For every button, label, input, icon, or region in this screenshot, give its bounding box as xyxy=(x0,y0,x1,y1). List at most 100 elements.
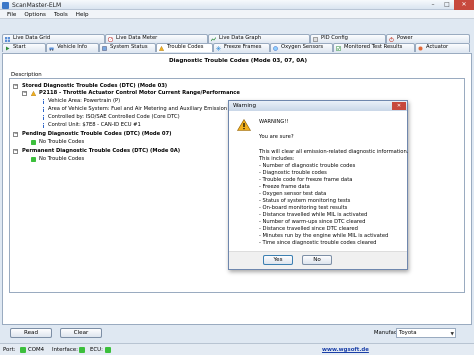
port-led-icon xyxy=(20,347,26,353)
tab-actuator[interactable]: Actuator xyxy=(415,43,470,52)
tab-live-data-grid[interactable]: Live Data Grid xyxy=(2,34,105,43)
menu-options[interactable]: Options xyxy=(20,10,50,18)
manufacturer-select[interactable]: Toyota ▼ xyxy=(396,328,456,338)
tab-label: System Status xyxy=(110,44,148,50)
tab-label: Trouble Codes xyxy=(167,44,204,50)
menu-file[interactable]: File xyxy=(3,10,20,18)
dialog-button-bar: Yes No xyxy=(229,251,407,269)
tab-row-bottom: Start Vehicle Info System Status Trouble… xyxy=(2,43,470,52)
warning-icon xyxy=(159,45,164,51)
read-button[interactable]: Read xyxy=(10,328,52,338)
tab-system-status[interactable]: System Status xyxy=(99,43,156,52)
tab-live-data-meter[interactable]: Live Data Meter xyxy=(105,34,208,43)
manufacturer-value: Toyota xyxy=(399,330,417,336)
sensor-icon xyxy=(273,45,278,51)
dialog-item: - Oxygen sensor test data xyxy=(259,191,327,197)
dialog-item: - Distance travelled since DTC cleared xyxy=(259,226,358,232)
tab-freeze-frames[interactable]: Freeze Frames xyxy=(213,43,270,52)
clear-button[interactable]: Clear xyxy=(60,328,102,338)
status-bar: Port: COM4 Interface: ECU: www.wgsoft.de xyxy=(0,343,474,355)
tab-label: Actuator xyxy=(426,44,449,50)
dialog-item: - Freeze frame data xyxy=(259,184,310,190)
info-icon xyxy=(43,99,44,104)
warning-icon xyxy=(31,91,36,96)
detail-system-area: Area of Vehicle System: Fuel and Air Met… xyxy=(48,106,251,112)
window-title: ScanMaster-ELM xyxy=(12,1,62,9)
tab-label: Freeze Frames xyxy=(224,44,262,50)
collapse-toggle[interactable]: − xyxy=(22,91,27,96)
stored-dtc-header[interactable]: Stored Diagnostic Trouble Codes (DTC) (M… xyxy=(22,83,167,90)
tab-label: Live Data Grid xyxy=(13,35,51,41)
dialog-question: You are sure? xyxy=(259,134,294,140)
tab-oxygen-sensors[interactable]: Oxygen Sensors xyxy=(270,43,333,52)
dialog-item: - Distance travelled while MIL is activa… xyxy=(259,212,368,218)
no-button[interactable]: No xyxy=(302,255,332,265)
tab-power[interactable]: Power xyxy=(386,34,470,43)
warning-icon xyxy=(237,119,251,131)
power-icon xyxy=(389,36,394,42)
collapse-toggle[interactable]: − xyxy=(13,132,18,137)
port-value: COM4 xyxy=(28,347,45,353)
dialog-item: - Status of system monitoring tests xyxy=(259,198,351,204)
chevron-down-icon: ▼ xyxy=(450,332,454,337)
tab-label: Oxygen Sensors xyxy=(281,44,324,50)
dialog-close-button[interactable]: ✕ xyxy=(392,102,406,110)
status-icon xyxy=(102,45,107,51)
tab-start[interactable]: Start xyxy=(2,43,46,52)
graph-icon xyxy=(211,36,216,41)
meter-icon xyxy=(108,36,113,42)
dialog-title: Warning xyxy=(229,101,407,111)
tab-label: Power xyxy=(397,35,413,41)
tab-label: Start xyxy=(13,44,26,50)
ok-icon xyxy=(31,157,36,162)
dialog-item: - Time since diagnostic trouble codes cl… xyxy=(259,240,377,246)
dialog-includes: This includes: xyxy=(259,156,295,162)
ok-icon xyxy=(31,140,36,145)
dialog-item: - Trouble code for freeze frame data xyxy=(259,177,353,183)
close-button[interactable]: ✕ xyxy=(454,0,474,10)
tab-monitored-test-results[interactable]: Monitored Test Results xyxy=(333,43,415,52)
panel-title: Diagnostic Trouble Codes (Mode 03, 07, 0… xyxy=(168,58,308,64)
permanent-dtc-header[interactable]: Permanent Diagnostic Trouble Codes (DTC)… xyxy=(22,148,180,155)
car-icon xyxy=(49,47,54,51)
tab-trouble-codes[interactable]: Trouble Codes xyxy=(156,43,213,52)
dialog-body: WARNING!! You are sure? This will clear … xyxy=(229,111,409,269)
permanent-none: No Trouble Codes xyxy=(39,156,85,162)
website-link[interactable]: www.wgsoft.de xyxy=(322,347,369,353)
tab-pid-config[interactable]: PID Config xyxy=(310,34,386,43)
dialog-item: - Minutes run by the engine while MIL is… xyxy=(259,233,389,239)
dialog-intro: This will clear all emission-related dia… xyxy=(259,149,409,155)
dialog-heading: WARNING!! xyxy=(259,119,289,125)
ecu-label: ECU: xyxy=(90,347,103,353)
menu-tools[interactable]: Tools xyxy=(50,10,72,18)
tab-row-top: Live Data Grid Live Data Meter Live Data… xyxy=(2,34,470,43)
detail-control-unit: Control Unit: $7E8 - CAN-ID ECU #1 xyxy=(48,122,141,128)
tab-label: Live Data Meter xyxy=(116,35,158,41)
detail-controlled-by: Controlled by: ISO/SAE Controlled Code (… xyxy=(48,114,180,120)
app-icon xyxy=(2,1,9,9)
collapse-toggle[interactable]: − xyxy=(13,149,18,154)
pending-dtc-header[interactable]: Pending Diagnostic Trouble Codes (DTC) (… xyxy=(22,131,172,138)
maximize-button[interactable]: □ xyxy=(440,0,454,10)
snowflake-icon xyxy=(216,45,221,51)
port-label: Port: xyxy=(3,347,16,353)
collapse-toggle[interactable]: − xyxy=(13,84,18,89)
title-bar: ScanMaster-ELM – □ ✕ xyxy=(0,0,474,10)
dialog-item: - Number of warm-ups since DTC cleared xyxy=(259,219,366,225)
interface-led-icon xyxy=(79,347,85,353)
ecu-led-icon xyxy=(105,347,111,353)
tab-vehicle-info[interactable]: Vehicle Info xyxy=(46,43,99,52)
warning-dialog: Warning ✕ WARNING!! You are sure? This w… xyxy=(228,100,408,270)
info-icon xyxy=(43,115,44,120)
results-icon xyxy=(336,45,341,51)
dtc-item-p2118[interactable]: P2118 - Throttle Actuator Control Motor … xyxy=(39,90,240,97)
minimize-button[interactable]: – xyxy=(426,0,440,10)
pending-none: No Trouble Codes xyxy=(39,139,85,145)
yes-button[interactable]: Yes xyxy=(263,255,293,265)
tab-label: Monitored Test Results xyxy=(344,44,403,50)
start-icon xyxy=(6,46,10,50)
actuator-icon xyxy=(418,46,423,50)
menu-help[interactable]: Help xyxy=(72,10,93,18)
info-icon xyxy=(43,107,44,112)
tab-live-data-graph[interactable]: Live Data Graph xyxy=(208,34,310,43)
